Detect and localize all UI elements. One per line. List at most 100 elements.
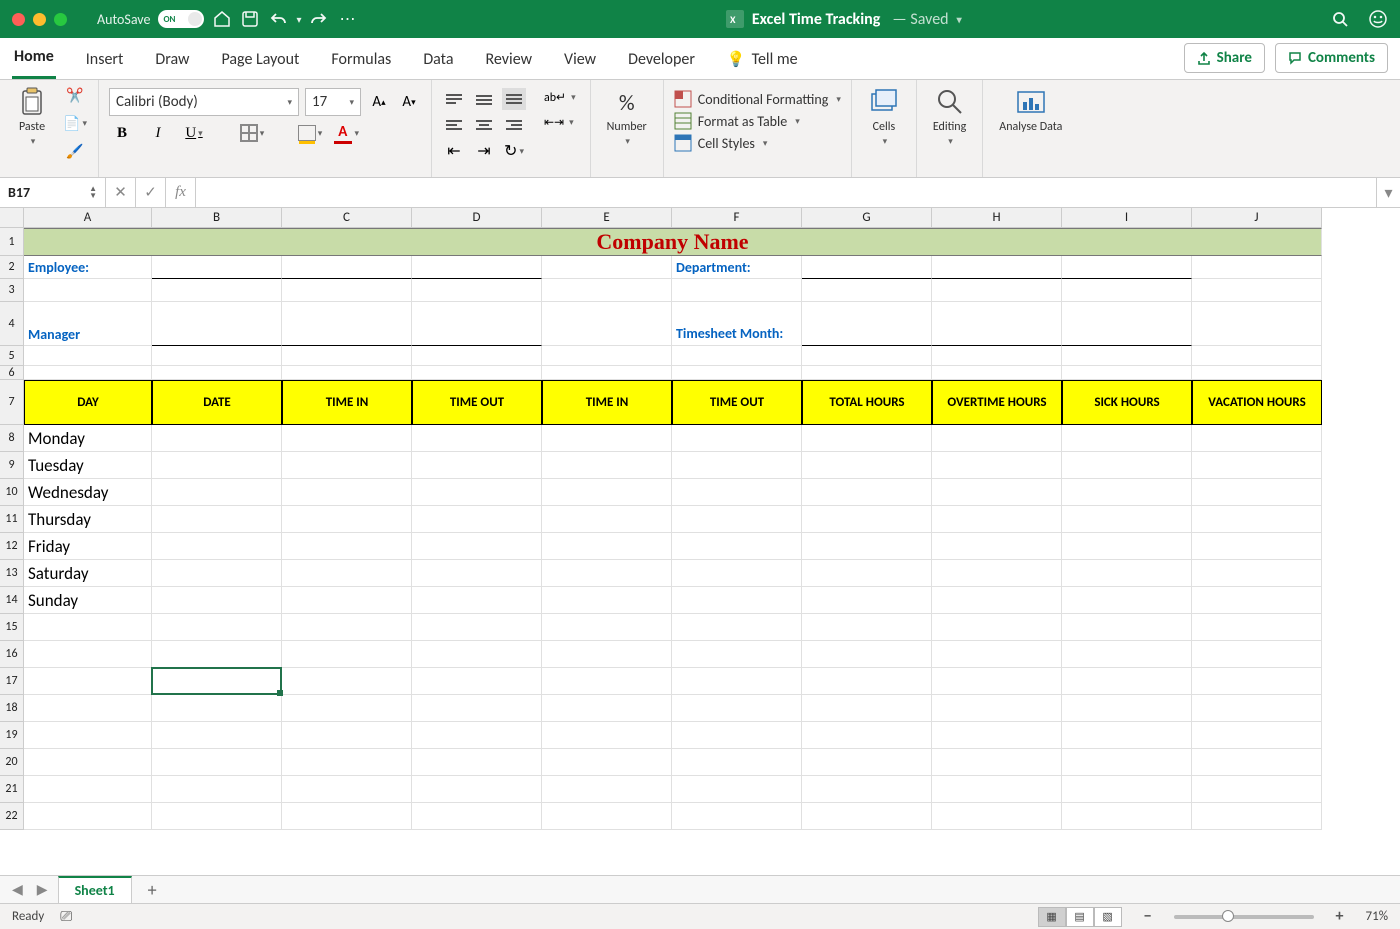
cell-G14[interactable]	[802, 587, 932, 614]
cell-A12[interactable]: Friday	[24, 533, 152, 560]
cell-C8[interactable]	[282, 425, 412, 452]
cell-C5[interactable]	[282, 346, 412, 366]
cell-F20[interactable]	[672, 749, 802, 776]
align-right-button[interactable]	[502, 114, 526, 136]
header-cell-sick-hours[interactable]: SICK HOURS	[1062, 380, 1192, 425]
cell-A3[interactable]	[24, 279, 152, 302]
cell-I6[interactable]	[1062, 366, 1192, 380]
cell-H18[interactable]	[932, 695, 1062, 722]
cell-J19[interactable]	[1192, 722, 1322, 749]
cell-B21[interactable]	[152, 776, 282, 803]
cell-B3[interactable]	[152, 279, 282, 302]
cell-I5[interactable]	[1062, 346, 1192, 366]
fill-color-button[interactable]: ▾	[297, 122, 323, 144]
row-header-1[interactable]: 1	[0, 228, 24, 256]
zoom-percentage[interactable]: 71%	[1366, 909, 1388, 924]
cancel-edit-button[interactable]: ✕	[106, 178, 136, 207]
cell-E10[interactable]	[542, 479, 672, 506]
tab-page-layout[interactable]: Page Layout	[219, 42, 301, 79]
col-header-A[interactable]: A	[24, 208, 152, 228]
col-header-G[interactable]: G	[802, 208, 932, 228]
cell-J18[interactable]	[1192, 695, 1322, 722]
company-banner-cell[interactable]: Company Name	[24, 228, 1322, 256]
name-box[interactable]: B17▲▼	[0, 178, 106, 207]
orientation-button[interactable]: ↻▾	[502, 140, 526, 162]
tab-developer[interactable]: Developer	[626, 42, 697, 79]
col-header-J[interactable]: J	[1192, 208, 1322, 228]
cell-E14[interactable]	[542, 587, 672, 614]
cell-J8[interactable]	[1192, 425, 1322, 452]
header-cell-day[interactable]: DAY	[24, 380, 152, 425]
cell-A6[interactable]	[24, 366, 152, 380]
col-header-H[interactable]: H	[932, 208, 1062, 228]
cell-D6[interactable]	[412, 366, 542, 380]
cell-F13[interactable]	[672, 560, 802, 587]
align-center-button[interactable]	[472, 114, 496, 136]
align-left-button[interactable]	[442, 114, 466, 136]
cell-G2[interactable]	[802, 256, 932, 279]
expand-formula-bar-icon[interactable]: ▾	[1376, 178, 1400, 207]
cell-B5[interactable]	[152, 346, 282, 366]
cell-I3[interactable]	[1062, 279, 1192, 302]
comments-button[interactable]: Comments	[1275, 43, 1388, 73]
cell-C10[interactable]	[282, 479, 412, 506]
cell-H3[interactable]	[932, 279, 1062, 302]
cell-I18[interactable]	[1062, 695, 1192, 722]
cell-E3[interactable]	[542, 279, 672, 302]
cell-G15[interactable]	[802, 614, 932, 641]
header-cell-time-out[interactable]: TIME OUT	[412, 380, 542, 425]
cell-F15[interactable]	[672, 614, 802, 641]
cell-J13[interactable]	[1192, 560, 1322, 587]
page-break-view-button[interactable]: ▧	[1094, 907, 1122, 927]
cell-B4[interactable]	[152, 302, 282, 346]
cell-I9[interactable]	[1062, 452, 1192, 479]
row-header-6[interactable]: 6	[0, 366, 24, 380]
cell-F14[interactable]	[672, 587, 802, 614]
tab-home[interactable]: Home	[12, 39, 56, 79]
more-icon[interactable]: ⋯	[337, 9, 357, 29]
cell-D17[interactable]	[412, 668, 542, 695]
cell-I21[interactable]	[1062, 776, 1192, 803]
cell-E21[interactable]	[542, 776, 672, 803]
search-icon[interactable]	[1330, 9, 1350, 29]
cell-I22[interactable]	[1062, 803, 1192, 830]
cell-H8[interactable]	[932, 425, 1062, 452]
cell-A21[interactable]	[24, 776, 152, 803]
cells-menu-button[interactable]: Cells ▾	[862, 84, 906, 149]
format-painter-button[interactable]: 🖌️	[62, 140, 88, 162]
accept-edit-button[interactable]: ✓	[136, 178, 166, 207]
cell-J6[interactable]	[1192, 366, 1322, 380]
increase-indent-button[interactable]: ⇥	[472, 140, 496, 162]
row-header-5[interactable]: 5	[0, 346, 24, 366]
cell-A2[interactable]: Employee:	[24, 256, 152, 279]
cell-E9[interactable]	[542, 452, 672, 479]
cell-H15[interactable]	[932, 614, 1062, 641]
cell-G19[interactable]	[802, 722, 932, 749]
cell-J3[interactable]	[1192, 279, 1322, 302]
cell-G21[interactable]	[802, 776, 932, 803]
format-as-table-button[interactable]: Format as Table▾	[674, 112, 841, 130]
cell-I8[interactable]	[1062, 425, 1192, 452]
cell-C15[interactable]	[282, 614, 412, 641]
cell-G4[interactable]	[802, 302, 932, 346]
bold-button[interactable]: B	[109, 122, 135, 144]
cell-F12[interactable]	[672, 533, 802, 560]
cell-D2[interactable]	[412, 256, 542, 279]
col-header-I[interactable]: I	[1062, 208, 1192, 228]
cell-I20[interactable]	[1062, 749, 1192, 776]
cell-F2[interactable]: Department:	[672, 256, 802, 279]
borders-button[interactable]: ▾	[239, 122, 265, 144]
cell-C12[interactable]	[282, 533, 412, 560]
cell-G18[interactable]	[802, 695, 932, 722]
cell-H21[interactable]	[932, 776, 1062, 803]
page-layout-view-button[interactable]: ▤	[1066, 907, 1094, 927]
cell-B14[interactable]	[152, 587, 282, 614]
row-header-7[interactable]: 7	[0, 380, 24, 425]
tab-draw[interactable]: Draw	[153, 42, 191, 79]
cell-B19[interactable]	[152, 722, 282, 749]
cell-G17[interactable]	[802, 668, 932, 695]
sheet-tab-sheet1[interactable]: Sheet1	[58, 876, 132, 903]
cell-D13[interactable]	[412, 560, 542, 587]
cell-G3[interactable]	[802, 279, 932, 302]
row-header-15[interactable]: 15	[0, 614, 24, 641]
